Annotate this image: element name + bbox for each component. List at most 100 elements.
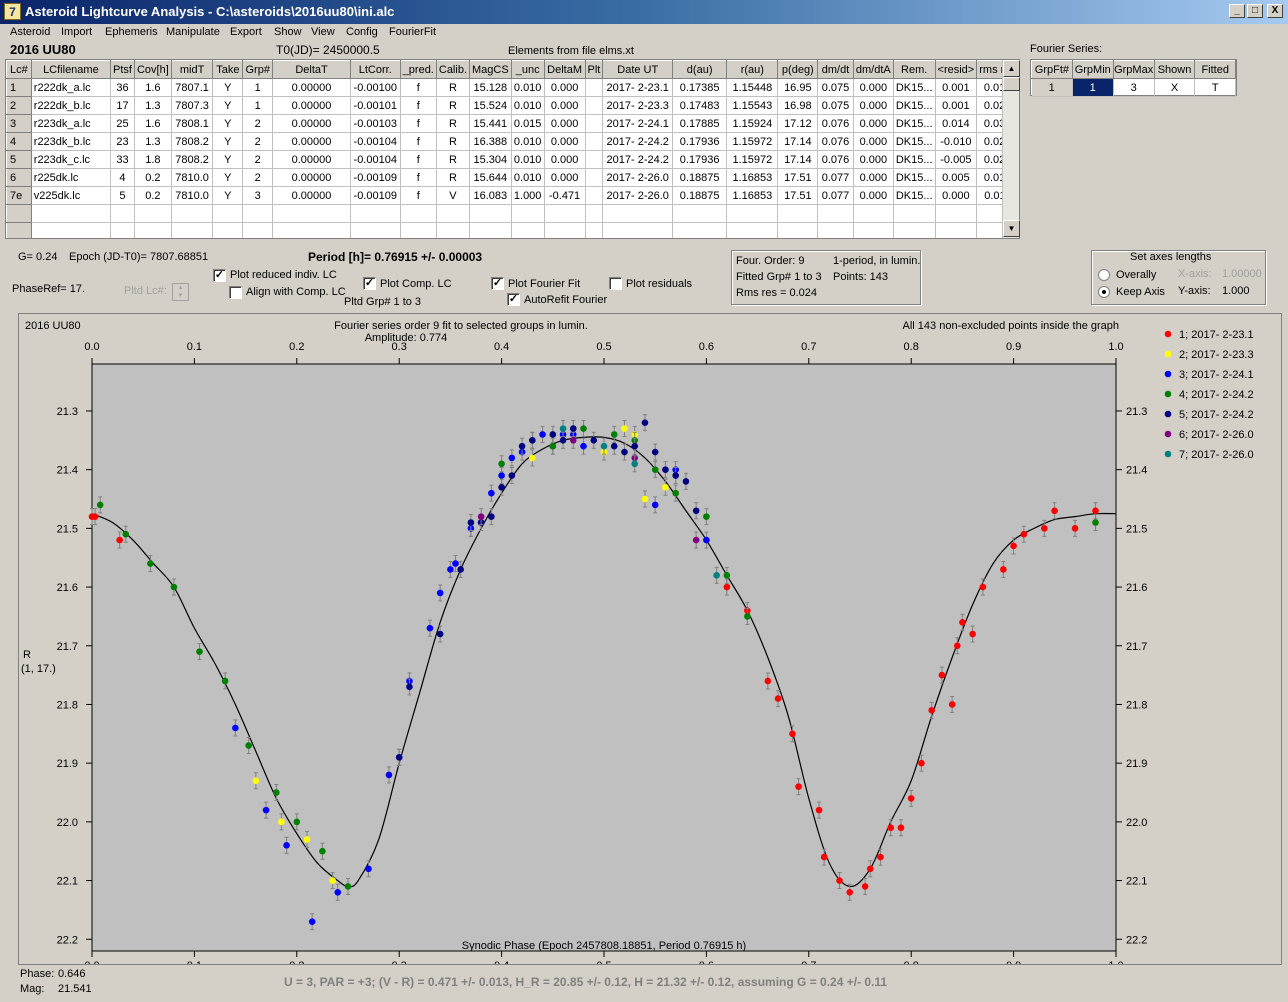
table-cell[interactable] bbox=[585, 114, 604, 133]
table-cell[interactable]: 7807.1 bbox=[171, 78, 214, 97]
table-cell[interactable]: 1.15972 bbox=[726, 132, 779, 151]
table-cell[interactable]: 0.2 bbox=[134, 168, 172, 187]
table-cell[interactable]: 15.128 bbox=[469, 78, 512, 97]
menu-fourierfit[interactable]: FourierFit bbox=[389, 26, 436, 38]
table-cell[interactable]: 1 bbox=[242, 78, 274, 97]
scroll-up-icon[interactable]: ▲ bbox=[1003, 60, 1020, 77]
table-cell[interactable]: 0.17936 bbox=[672, 132, 728, 151]
menu-asteroid[interactable]: Asteroid bbox=[10, 26, 50, 38]
table-cell[interactable]: Y bbox=[212, 96, 244, 115]
table-cell[interactable]: R bbox=[436, 96, 471, 115]
table-cell[interactable]: -0.00103 bbox=[350, 114, 401, 133]
table-cell[interactable] bbox=[212, 222, 244, 238]
table-cell[interactable]: Y bbox=[212, 132, 244, 151]
column-header[interactable]: Rem. bbox=[892, 60, 936, 79]
table-cell[interactable]: 25 bbox=[110, 114, 135, 133]
table-cell[interactable]: 15.304 bbox=[469, 150, 512, 169]
column-header[interactable]: Ptsf bbox=[110, 60, 135, 79]
table-cell[interactable] bbox=[585, 186, 604, 205]
table-cell[interactable]: 0.000 bbox=[544, 78, 586, 97]
table-cell[interactable] bbox=[777, 204, 819, 223]
table-cell[interactable] bbox=[893, 204, 936, 223]
column-header[interactable]: r(au) bbox=[726, 60, 779, 79]
table-cell[interactable]: 17.51 bbox=[777, 186, 819, 205]
table-cell[interactable]: 1.15972 bbox=[726, 150, 779, 169]
table-cell[interactable]: 2017- 2-24.2 bbox=[602, 150, 674, 169]
table-row[interactable]: 4 r223dk_b.lc 23 1.3 7808.2 Y 2 0.00000 -0.00104… bbox=[6, 132, 1019, 151]
table-cell[interactable] bbox=[544, 204, 586, 223]
fourier-cell[interactable]: 1 bbox=[1031, 78, 1073, 97]
table-cell[interactable]: 17.14 bbox=[777, 132, 819, 151]
menu-config[interactable]: Config bbox=[346, 26, 378, 38]
table-cell[interactable]: Y bbox=[212, 150, 244, 169]
menu-manipulate[interactable]: Manipulate bbox=[166, 26, 220, 38]
table-cell[interactable]: 0.077 bbox=[817, 186, 854, 205]
table-cell[interactable] bbox=[212, 204, 244, 223]
table-cell[interactable]: DK15... bbox=[893, 168, 936, 187]
table-cell[interactable]: 2017- 2-24.2 bbox=[602, 132, 674, 151]
table-cell[interactable]: r222dk_b.lc bbox=[31, 96, 112, 115]
table-row[interactable] bbox=[6, 222, 1019, 238]
table-cell[interactable]: 7808.2 bbox=[171, 132, 214, 151]
table-cell[interactable]: 1.15924 bbox=[726, 114, 779, 133]
table-cell[interactable] bbox=[350, 204, 401, 223]
table-cell[interactable]: 1 bbox=[242, 96, 274, 115]
table-cell[interactable]: 2017- 2-26.0 bbox=[602, 186, 674, 205]
table-cell[interactable]: 0.000 bbox=[544, 114, 586, 133]
table-cell[interactable]: 0.00000 bbox=[272, 78, 351, 97]
table-cell[interactable]: DK15... bbox=[893, 78, 936, 97]
table-cell[interactable]: 0.000 bbox=[853, 132, 894, 151]
table-cell[interactable]: f bbox=[400, 96, 437, 115]
column-header[interactable]: p(deg) bbox=[777, 60, 819, 79]
row-header[interactable]: 7e bbox=[6, 186, 32, 205]
table-cell[interactable] bbox=[272, 222, 351, 238]
table-cell[interactable]: 0.010 bbox=[511, 96, 545, 115]
table-cell[interactable]: v225dk.lc bbox=[31, 186, 112, 205]
table-cell[interactable] bbox=[134, 204, 172, 223]
table-cell[interactable]: 0.00000 bbox=[272, 168, 351, 187]
table-cell[interactable]: 2 bbox=[242, 132, 274, 151]
table-cell[interactable]: r222dk_a.lc bbox=[31, 78, 112, 97]
table-cell[interactable]: R bbox=[436, 114, 471, 133]
table-cell[interactable]: 0.000 bbox=[853, 78, 894, 97]
table-cell[interactable]: 2 bbox=[242, 168, 274, 187]
table-cell[interactable] bbox=[777, 222, 819, 238]
column-header[interactable]: Take bbox=[212, 60, 244, 79]
table-cell[interactable] bbox=[672, 222, 728, 238]
table-cell[interactable]: Y bbox=[212, 186, 244, 205]
table-cell[interactable]: r223dk_a.lc bbox=[31, 114, 112, 133]
table-cell[interactable] bbox=[853, 222, 894, 238]
table-cell[interactable]: 0.00000 bbox=[272, 96, 351, 115]
column-header[interactable]: Date UT bbox=[602, 60, 674, 79]
table-cell[interactable] bbox=[350, 222, 401, 238]
table-cell[interactable]: -0.00100 bbox=[350, 78, 401, 97]
column-header[interactable]: Lc# bbox=[6, 60, 32, 79]
table-cell[interactable] bbox=[511, 204, 545, 223]
keep-axis-radio[interactable] bbox=[1098, 286, 1110, 298]
column-header[interactable]: Calib. bbox=[435, 60, 471, 79]
table-cell[interactable]: 0.000 bbox=[853, 114, 894, 133]
table-cell[interactable]: 0.17385 bbox=[672, 78, 728, 97]
table-cell[interactable]: 17.51 bbox=[777, 168, 819, 187]
fourier-cell[interactable]: X bbox=[1154, 78, 1196, 97]
column-header[interactable]: MagCS bbox=[469, 60, 512, 79]
column-header[interactable]: LtCorr. bbox=[349, 60, 401, 79]
table-cell[interactable]: 0.18875 bbox=[672, 186, 728, 205]
table-cell[interactable]: 15.524 bbox=[469, 96, 512, 115]
column-header[interactable]: DeltaM bbox=[543, 60, 586, 79]
table-cell[interactable]: 1.15448 bbox=[726, 78, 779, 97]
table-cell[interactable]: 0.076 bbox=[817, 150, 854, 169]
table-cell[interactable]: 2 bbox=[242, 114, 274, 133]
table-cell[interactable]: 16.388 bbox=[469, 132, 512, 151]
table-cell[interactable]: 0.014 bbox=[935, 114, 978, 133]
table-cell[interactable] bbox=[585, 222, 604, 238]
table-cell[interactable] bbox=[436, 222, 471, 238]
table-cell[interactable]: 0.010 bbox=[511, 132, 545, 151]
table-cell[interactable] bbox=[585, 96, 604, 115]
table-cell[interactable]: 36 bbox=[110, 78, 135, 97]
row-header[interactable]: 2 bbox=[6, 96, 32, 115]
table-cell[interactable]: 33 bbox=[110, 150, 135, 169]
table-cell[interactable]: 16.083 bbox=[469, 186, 512, 205]
column-header[interactable]: Cov[h] bbox=[133, 60, 172, 79]
table-scrollbar[interactable]: ▲ ▼ bbox=[1002, 60, 1020, 238]
